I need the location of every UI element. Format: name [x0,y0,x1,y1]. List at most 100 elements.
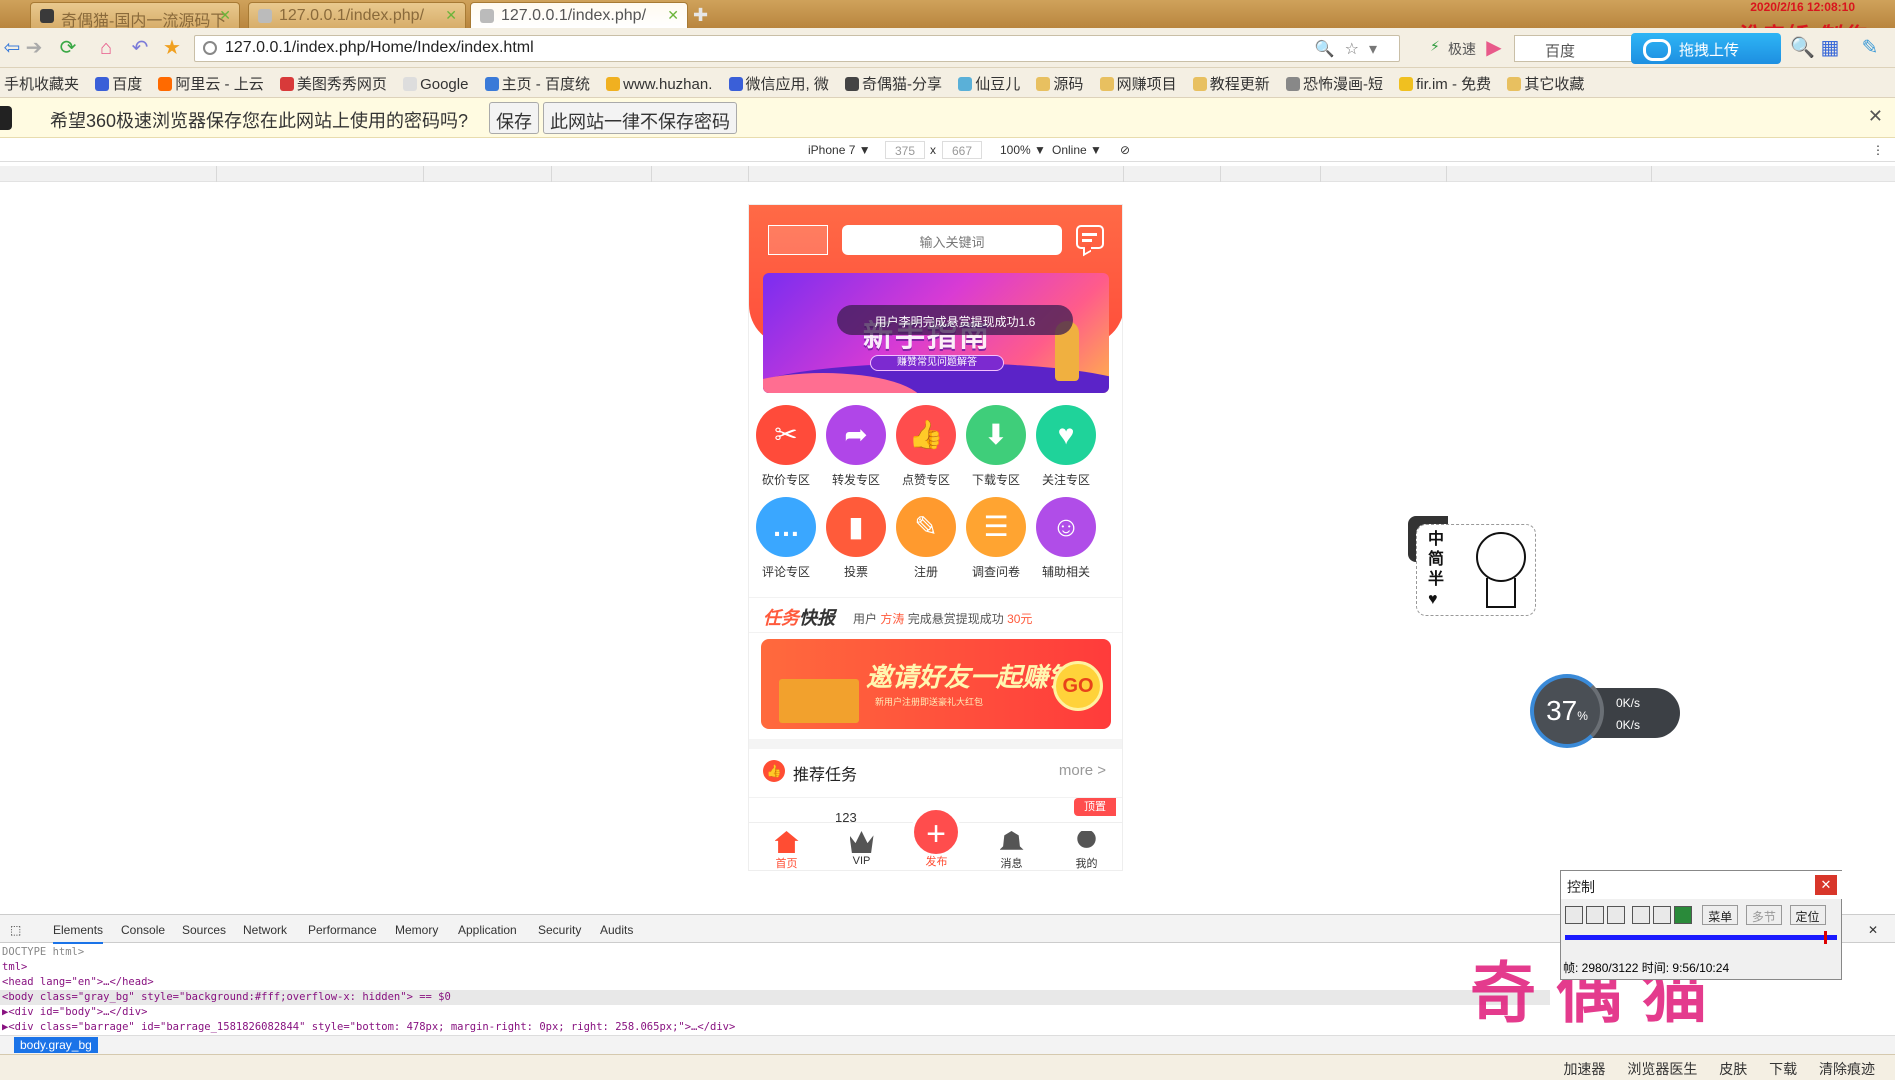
locate-button[interactable]: 定位 [1789,905,1826,925]
accelerator-button[interactable]: 加速器 [1563,1061,1605,1077]
dom-line[interactable]: ▶<div class="barrage" id="barrage_158182… [0,1020,1550,1035]
never-save-button[interactable]: 此网站一律不保存密码 [543,102,737,134]
bookmark-item[interactable]: www.huzhan. [606,76,712,93]
more-options-icon[interactable]: ⋮ [1872,143,1884,157]
grid-item-vote[interactable]: ▮ 投票 [821,497,891,580]
close-tab-icon[interactable]: ✕ [219,7,231,24]
tab-network[interactable]: Network [243,923,287,937]
bookmark-item[interactable]: 恐怖漫画-短 [1285,73,1383,94]
bookmark-item[interactable]: fir.im - 免费 [1399,73,1491,94]
dom-line[interactable]: DOCTYPE html> [0,945,1550,960]
save-password-button[interactable]: 保存 [489,102,539,134]
tab-memory[interactable]: Memory [395,923,438,937]
dom-line-selected[interactable]: <body class="gray_bg" style="background:… [0,990,1550,1005]
app-search-input[interactable]: 输入关键词 [842,225,1062,255]
bookmark-item[interactable]: 美图秀秀网页 [279,73,387,94]
tab-publish[interactable]: 发布 [899,853,974,869]
bookmark-item[interactable]: 主页 - 百度统 [484,73,590,94]
browser-tab[interactable]: 127.0.0.1/index.php/✕ [248,2,466,28]
multi-section-button[interactable]: 多节 [1745,905,1782,925]
more-link[interactable]: more > [1059,762,1106,779]
menu-button[interactable]: 菜单 [1702,905,1739,925]
grid-item-follow[interactable]: ♥ 关注专区 [1031,405,1101,488]
play-icon[interactable]: ▶ [1482,36,1506,60]
skin-button[interactable]: 皮肤 [1719,1061,1747,1077]
apps-grid-icon[interactable]: ▦ [1818,36,1842,60]
grid-item-download[interactable]: ⬇ 下载专区 [961,405,1031,488]
network-speed-widget[interactable]: 0K/s 0K/s 37% [1530,674,1680,748]
refresh-icon[interactable]: ⟳ [56,36,80,60]
search-icon[interactable]: 🔍 [1790,36,1815,60]
dom-line[interactable]: tml> [0,960,1550,975]
back-icon[interactable]: ⇦ [0,36,24,60]
grid-item-share[interactable]: ➦ 转发专区 [821,405,891,488]
invite-banner[interactable]: 邀请好友一起赚钱 新用户注册即送豪礼大红包 GO [761,639,1111,729]
breadcrumb-item[interactable]: body.gray_bg [14,1037,98,1053]
browser-tab-active[interactable]: 127.0.0.1/index.php/✕ [470,2,688,28]
undo-icon[interactable]: ↶ [128,36,152,60]
bookmark-item[interactable]: 仙豆儿 [958,73,1020,94]
close-icon[interactable]: ✕ [1815,875,1837,895]
tab-home[interactable]: 首页 [749,823,824,870]
playback-slider[interactable] [1565,931,1837,944]
message-icon[interactable] [1076,225,1104,249]
bookmark-item[interactable]: 微信应用, 微 [728,73,829,94]
next-icon[interactable] [1607,906,1625,924]
tab-sources[interactable]: Sources [182,923,226,937]
tab-audits[interactable]: Audits [600,923,633,937]
width-input[interactable]: 375 [885,141,925,159]
tab-security[interactable]: Security [538,923,581,937]
fullscreen-icon[interactable] [1652,906,1671,924]
record-icon[interactable] [1673,906,1692,924]
network-select[interactable]: Online ▼ [1052,143,1102,157]
dom-line[interactable]: ▶<div id="body">…</div> [0,1005,1550,1020]
publish-button[interactable]: + [911,807,961,857]
close-devtools-icon[interactable]: ✕ [1868,923,1878,937]
bookmark-item[interactable]: 百度 [95,73,142,94]
device-select[interactable]: iPhone 7 ▼ [808,143,871,157]
new-tab-icon[interactable]: ✚ [693,5,708,26]
grid-item-register[interactable]: ✎ 注册 [891,497,961,580]
downloads-button[interactable]: 下载 [1769,1061,1797,1077]
favorite-star-icon[interactable]: ★ [160,36,184,60]
browser-doctor-button[interactable]: 浏览器医生 [1627,1061,1697,1077]
browser-tab[interactable]: 奇偶猫-国内一流源码下 ✕ [30,2,240,28]
tab-application[interactable]: Application [458,923,517,937]
clear-traces-button[interactable]: 清除痕迹 [1819,1061,1875,1077]
bookmark-item[interactable]: 奇偶猫-分享 [845,73,942,94]
play-icon[interactable] [1565,906,1583,924]
inspect-icon[interactable]: ⬚ [10,923,21,937]
bookmark-folder[interactable]: 其它收藏 [1507,73,1584,94]
close-tab-icon[interactable]: ✕ [445,7,457,24]
close-tab-icon[interactable]: ✕ [667,7,679,24]
bookmark-folder[interactable]: 教程更新 [1192,73,1270,94]
tab-elements[interactable]: Elements [53,923,104,944]
dom-line[interactable]: <head lang="en">…</head> [0,975,1550,990]
zoom-select[interactable]: 100% ▼ [1000,143,1046,157]
drag-upload-button[interactable]: 拖拽上传 [1631,33,1781,64]
grid-item-like[interactable]: 👍 点赞专区 [891,405,961,488]
home-icon[interactable]: ⌂ [94,36,118,60]
bookmark-item[interactable]: Google [403,76,468,93]
tab-console[interactable]: Console [121,923,165,937]
bookmark-folder[interactable]: 源码 [1036,73,1083,94]
grid-item-survey[interactable]: ☰ 调查问卷 [961,497,1031,580]
fit-icon[interactable] [1631,906,1650,924]
height-input[interactable]: 667 [942,141,982,159]
grid-item-bargain[interactable]: ✂ 砍价专区 [751,405,821,488]
tab-vip[interactable]: VIP [824,823,899,867]
grid-item-comment[interactable]: … 评论专区 [751,497,821,580]
tab-performance[interactable]: Performance [308,923,377,937]
app-logo[interactable] [768,225,828,255]
page-info-icon[interactable] [203,41,217,55]
tab-mine[interactable]: 我的 [1049,823,1122,870]
forward-icon[interactable]: ➔ [22,36,46,60]
url-input[interactable]: 127.0.0.1/index.php/Home/Index/index.htm… [194,35,1400,62]
close-icon[interactable]: ✕ [1868,106,1883,127]
grid-item-assist[interactable]: ☺ 辅助相关 [1031,497,1101,580]
bookmark-item[interactable]: 阿里云 - 上云 [158,73,264,94]
speed-mode-button[interactable]: 极速 [1426,36,1484,60]
tab-messages[interactable]: 消息 [974,823,1049,870]
bookmark-item[interactable]: 手机收藏夹 [4,73,79,94]
tools-icon[interactable]: ✎ [1858,36,1882,60]
